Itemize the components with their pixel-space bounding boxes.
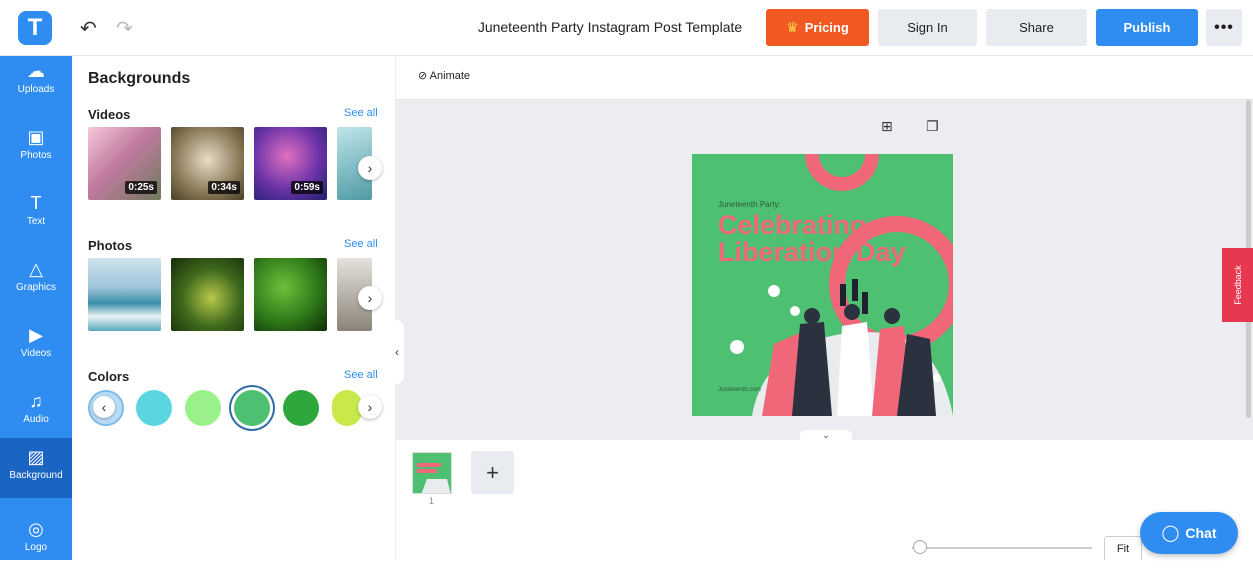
color-swatch[interactable] [185,390,221,426]
video-duration: 0:59s [291,181,323,194]
chevron-left-icon: ‹ [395,345,399,359]
upload-icon: ☁ [27,61,45,81]
add-page-icon[interactable]: ⊞ [881,118,893,135]
sidebar-item-label: Logo [24,542,48,553]
chevron-right-icon[interactable]: › [358,156,382,180]
chevron-right-icon[interactable]: › [358,286,382,310]
design-artboard[interactable]: Juneteenth Party: Celebrating Liberation… [692,154,953,416]
feedback-label: Feedback [1232,265,1243,305]
music-icon: ♫ [29,391,43,411]
page-thumbnail[interactable] [412,452,452,494]
page-number: 1 [429,496,435,506]
sidebar-item-label: Videos [20,348,52,359]
chat-bubble-icon: ◯ [1161,525,1180,542]
backgrounds-panel: Backgrounds Videos See all 0:25s 0:34s 0… [72,56,396,560]
video-thumbnail[interactable]: 0:34s [171,127,244,200]
design-subtitle: Juneteenth Party: [718,200,781,209]
color-swatch[interactable] [283,390,319,426]
share-button[interactable]: Share [986,9,1087,46]
animate-button[interactable]: ⊘ Animate [418,69,470,82]
publish-button[interactable]: Publish [1096,9,1198,46]
design-illustration [730,154,953,416]
photos-see-all-link[interactable]: See all [344,238,378,250]
colors-section-title: Colors [88,369,130,384]
collapse-panel-button[interactable]: ‹ [390,320,404,384]
colors-see-all-link[interactable]: See all [344,369,378,381]
chat-label: Chat [1185,525,1217,541]
sidebar-item-videos[interactable]: ▶ Videos [0,316,72,376]
chat-button[interactable]: ◯ Chat [1140,512,1238,554]
videos-section-title: Videos [88,107,131,122]
text-icon: T [30,193,42,213]
panel-title: Backgrounds [88,70,191,87]
chevron-left-icon[interactable]: ‹ [93,396,115,418]
sidebar-item-background[interactable]: ▨ Background [0,438,72,498]
photo-thumbnail[interactable] [88,258,161,331]
chevron-right-icon[interactable]: › [358,395,382,419]
crown-icon: ♛ [786,19,799,35]
zoom-slider-track[interactable] [912,547,1092,549]
left-sidebar: ☁ Uploads ▣ Photos T Text △ Graphics ▶ V… [0,56,72,560]
pricing-button[interactable]: ♛ Pricing [766,9,869,46]
graphics-icon: △ [29,259,43,279]
pricing-label: Pricing [804,20,849,35]
sidebar-item-text[interactable]: T Text [0,184,72,244]
expand-pages-button[interactable]: ⌄ [800,430,852,442]
photos-section-title: Photos [88,238,133,253]
photo-icon: ▣ [27,127,45,147]
sidebar-item-logo[interactable]: ◎ Logo [0,510,72,570]
sign-in-button[interactable]: Sign In [878,9,977,46]
background-icon: ▨ [27,447,45,467]
sidebar-item-audio[interactable]: ♫ Audio [0,382,72,442]
sidebar-item-label: Audio [23,414,49,425]
zoom-slider-handle[interactable] [913,540,927,554]
sidebar-item-photos[interactable]: ▣ Photos [0,118,72,178]
color-swatch[interactable] [136,390,172,426]
videos-see-all-link[interactable]: See all [344,107,378,119]
video-duration: 0:34s [208,181,240,194]
top-bar: T ↶ ↷ Juneteenth Party Instagram Post Te… [0,0,1253,56]
animate-label: Animate [429,70,471,82]
feedback-tab[interactable]: Feedback [1222,248,1253,322]
page-thumbnail-preview [417,463,451,493]
app-logo[interactable]: T [18,11,52,45]
photo-thumbnail[interactable] [254,258,327,331]
color-swatch-selected[interactable] [234,390,270,426]
sidebar-item-label: Photos [20,150,52,161]
sidebar-item-graphics[interactable]: △ Graphics [0,250,72,310]
photo-thumbnail[interactable] [171,258,244,331]
video-icon: ▶ [29,325,43,345]
sidebar-item-label: Text [26,216,46,227]
animate-icon: ⊘ [418,70,428,82]
logo-icon: ◎ [28,519,44,539]
canvas-toolbar: ⊘ Animate [396,56,1253,100]
document-title[interactable]: Juneteenth Party Instagram Post Template [470,19,750,35]
more-options-button[interactable]: ••• [1206,9,1242,46]
design-footer-text: Juneteenth.com [718,387,761,393]
chevron-down-icon: ⌄ [822,430,830,440]
redo-icon[interactable]: ↷ [116,16,133,41]
sidebar-item-label: Graphics [15,282,56,293]
add-page-button[interactable]: + [471,451,514,494]
sidebar-item-label: Uploads [17,84,55,95]
duplicate-icon[interactable]: ❐ [926,118,939,135]
video-thumbnail[interactable]: 0:59s [254,127,327,200]
video-duration: 0:25s [125,181,157,194]
sidebar-item-label: Background [9,470,63,481]
sidebar-item-uploads[interactable]: ☁ Uploads [0,52,72,112]
undo-icon[interactable]: ↶ [80,16,97,41]
zoom-fit-button[interactable]: Fit [1104,536,1142,560]
video-thumbnail[interactable]: 0:25s [88,127,161,200]
design-headline: Celebrating Liberation Day [718,210,906,267]
